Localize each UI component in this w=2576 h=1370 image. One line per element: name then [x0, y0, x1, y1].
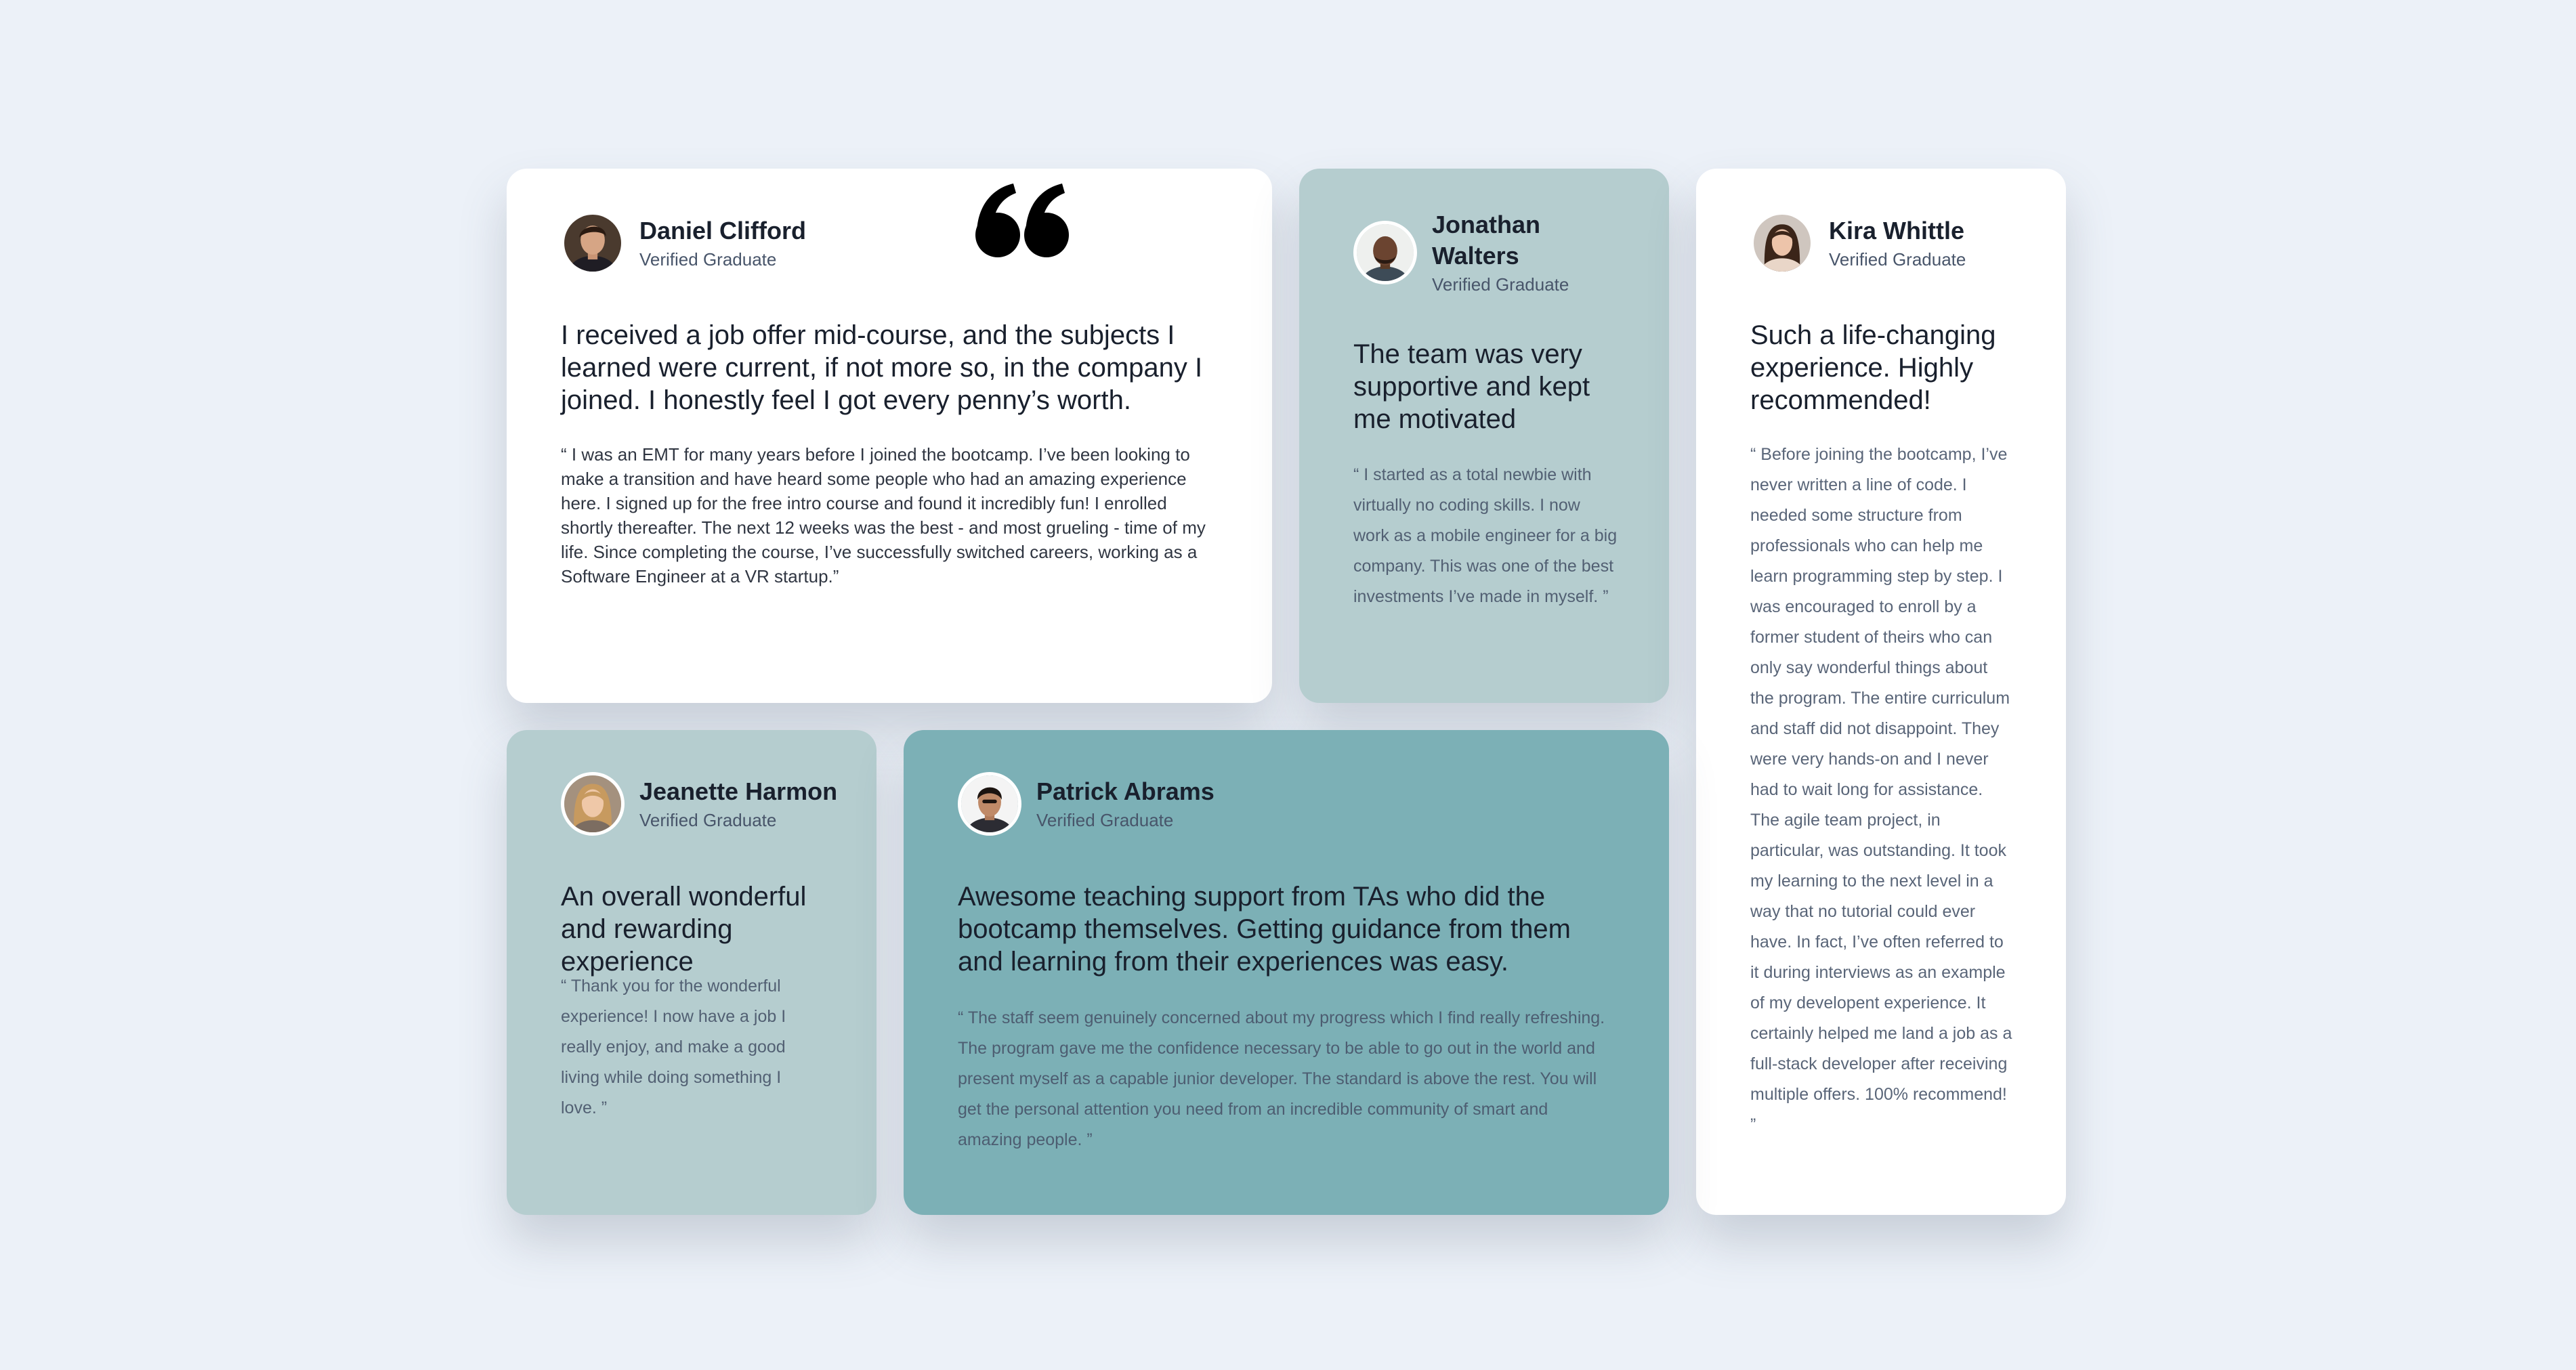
testimonial-card-patrick: Patrick Abrams Verified Graduate Awesome…	[904, 730, 1669, 1215]
avatar	[1353, 221, 1417, 284]
author-name: Daniel Clifford	[639, 217, 807, 244]
author-daniel: Daniel Clifford Verified Graduate	[561, 211, 806, 275]
author-status: Verified Graduate	[639, 810, 777, 830]
testimonial-quote: “ I was an EMT for many years before I j…	[561, 444, 1206, 586]
testimonial-headline: An overall wonderful and rewarding exper…	[561, 882, 807, 977]
testimonial-headline: Awesome teaching support from TAs who di…	[958, 882, 1571, 977]
avatar	[561, 211, 625, 275]
avatar	[561, 772, 625, 836]
author-name: Jonathan Walters	[1432, 211, 1541, 270]
testimonial-quote: “ Thank you for the wonderful experience…	[561, 977, 786, 1117]
author-name: Kira Whittle	[1829, 217, 1965, 244]
testimonial-headline: I received a job offer mid-course, and t…	[561, 320, 1203, 415]
author-status: Verified Graduate	[1036, 810, 1174, 830]
author-kira: Kira Whittle Verified Graduate	[1750, 211, 1966, 275]
author-text: Jeanette Harmon Verified Graduate	[639, 776, 837, 832]
testimonial-quote: “ The staff seem genuinely concerned abo…	[958, 1008, 1605, 1149]
author-patrick: Patrick Abrams Verified Graduate	[958, 772, 1215, 836]
author-status: Verified Graduate	[1829, 249, 1966, 270]
author-name: Jeanette Harmon	[639, 777, 838, 805]
author-status: Verified Graduate	[1432, 274, 1569, 295]
quotation-mark-icon	[975, 184, 1069, 257]
testimonial-quote: “ I started as a total newbie with virtu…	[1353, 465, 1618, 606]
author-jonathan: Jonathan Walters Verified Graduate	[1353, 209, 1601, 296]
avatar	[958, 772, 1021, 836]
testimonial-card-daniel: Daniel Clifford Verified Graduate I rece…	[507, 169, 1272, 703]
testimonial-card-jeanette: Jeanette Harmon Verified Graduate An ove…	[507, 730, 877, 1215]
author-status: Verified Graduate	[639, 249, 777, 270]
testimonial-card-kira: Kira Whittle Verified Graduate Such a li…	[1696, 169, 2066, 1215]
testimonial-headline: The team was very supportive and kept me…	[1353, 339, 1590, 434]
avatar	[1750, 211, 1814, 275]
author-text: Daniel Clifford Verified Graduate	[639, 215, 806, 271]
author-text: Kira Whittle Verified Graduate	[1829, 215, 1966, 271]
testimonial-headline: Such a life-changing experience. Highly …	[1750, 320, 1996, 415]
author-text: Jonathan Walters Verified Graduate	[1432, 209, 1601, 296]
author-name: Patrick Abrams	[1036, 777, 1215, 805]
author-text: Patrick Abrams Verified Graduate	[1036, 776, 1215, 832]
testimonial-quote: “ Before joining the bootcamp, I’ve neve…	[1750, 445, 2012, 1134]
author-jeanette: Jeanette Harmon Verified Graduate	[561, 772, 837, 836]
testimonial-card-jonathan: Jonathan Walters Verified Graduate The t…	[1299, 169, 1669, 703]
